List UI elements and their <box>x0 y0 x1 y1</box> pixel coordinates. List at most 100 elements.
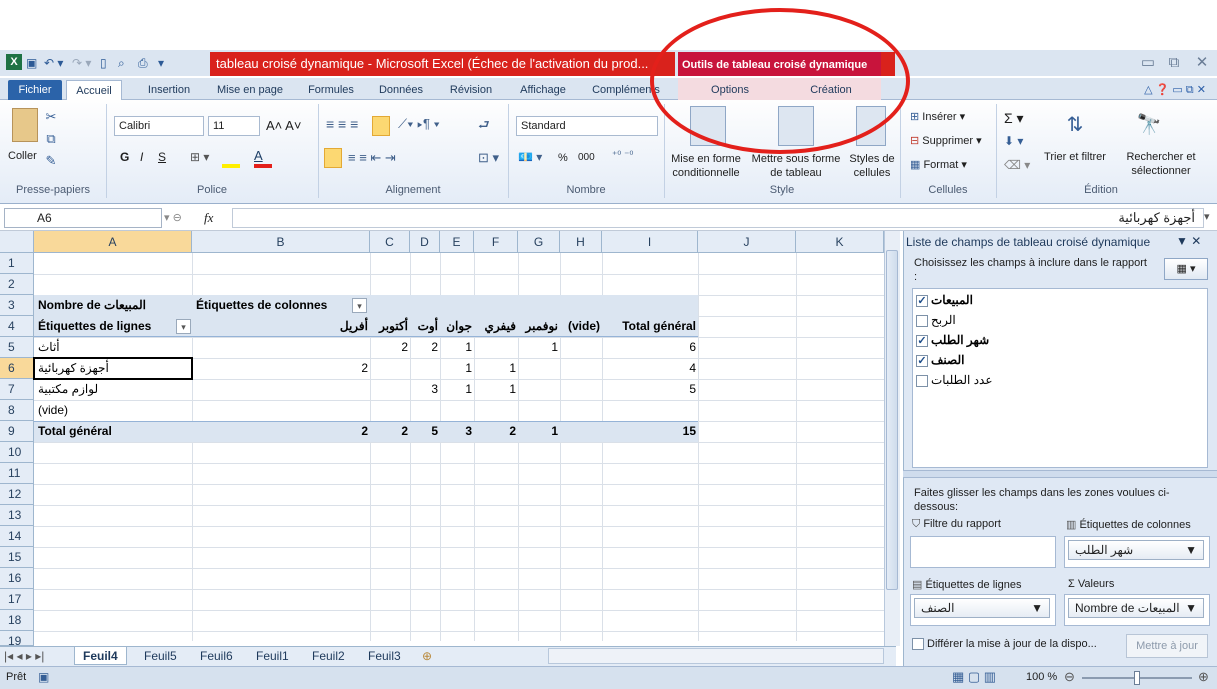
new-icon[interactable]: ▯ <box>100 55 107 71</box>
delete-cells-button[interactable]: ⊟ Supprimer ▾ <box>910 134 982 147</box>
pivot-cell[interactable]: 4 <box>602 358 696 379</box>
fill-color-icon[interactable] <box>222 164 240 168</box>
row-header[interactable]: 19 <box>0 631 34 648</box>
pivot-cell[interactable]: 2 <box>370 337 408 358</box>
align-left-active-icon[interactable] <box>324 148 342 168</box>
row-header[interactable]: 12 <box>0 484 34 505</box>
update-button[interactable]: Mettre à jour <box>1126 634 1208 658</box>
zoom-slider-thumb[interactable] <box>1134 671 1140 685</box>
pivot-cell[interactable]: 3 <box>410 379 438 400</box>
pivot-col-header[interactable]: أوت <box>410 316 438 337</box>
column-header-e[interactable]: E <box>440 231 474 253</box>
save-icon[interactable]: ▣ <box>26 55 37 71</box>
number-format-combo[interactable]: Standard <box>516 116 658 136</box>
zoom-level[interactable]: 100 % <box>1026 671 1057 683</box>
pivot-col-header[interactable]: نوفمبر <box>518 316 558 337</box>
sheet-tab-feuil3[interactable]: Feuil3 <box>360 647 409 665</box>
pivot-cell[interactable]: 1 <box>474 379 516 400</box>
thousands-button[interactable]: 000 <box>578 152 595 163</box>
align-middle-active-icon[interactable] <box>372 116 390 136</box>
cell-styles-button[interactable]: Styles de cellules <box>846 152 898 180</box>
decimal-icon[interactable]: ⁺⁰ ⁻⁰ <box>612 150 633 161</box>
pivot-total-cell[interactable] <box>560 421 600 442</box>
pivot-col-header[interactable]: جوان <box>440 316 472 337</box>
print-preview-icon[interactable]: ⌕ <box>118 55 125 71</box>
pivot-cell[interactable]: 1 <box>474 358 516 379</box>
row-header[interactable]: 10 <box>0 442 34 463</box>
row-header[interactable]: 14 <box>0 526 34 547</box>
find-select-icon[interactable]: 🔭 <box>1134 110 1164 140</box>
filter-zone[interactable] <box>910 536 1056 568</box>
row-header[interactable]: 13 <box>0 505 34 526</box>
fill-icon[interactable]: ⬇ ▾ <box>1004 134 1023 148</box>
align-top-icon[interactable]: ≡ ≡ ≡ <box>326 116 358 132</box>
minimize-button[interactable]: ▭ <box>1136 53 1160 73</box>
field-item[interactable]: ✓ المبيعات <box>916 290 973 310</box>
autosum-button[interactable]: Σ ▾ <box>1004 110 1024 127</box>
sheet-tab-feuil4[interactable]: Feuil4 <box>74 647 127 665</box>
macro-record-icon[interactable]: ▣ <box>38 670 49 684</box>
pane-splitter[interactable] <box>903 470 1217 478</box>
pivot-total-cell[interactable]: 2 <box>474 421 516 442</box>
help-icon[interactable]: △ ❓ ▭ ⧉ ✕ <box>1140 80 1210 100</box>
pivot-total-cell[interactable]: 3 <box>440 421 472 442</box>
column-header-c[interactable]: C <box>370 231 410 253</box>
pivot-total-cell[interactable]: 1 <box>518 421 558 442</box>
clear-icon[interactable]: ⌫ ▾ <box>1004 158 1030 172</box>
column-header-h[interactable]: H <box>560 231 602 253</box>
pivot-cell[interactable] <box>560 337 600 358</box>
pivot-cell[interactable]: 1 <box>440 358 472 379</box>
italic-button[interactable]: I <box>140 150 143 164</box>
paste-icon[interactable] <box>12 108 38 142</box>
row-header[interactable]: 2 <box>0 274 34 295</box>
expand-formula-icon[interactable]: ▾ <box>1204 210 1210 223</box>
orientation-icon[interactable]: ⟋▾ ▸¶ ▾ <box>398 116 440 132</box>
find-select-button[interactable]: Rechercher et sélectionner <box>1118 150 1204 178</box>
pivot-col-header[interactable]: أفريل <box>336 316 368 337</box>
pivot-cell[interactable] <box>370 358 408 379</box>
columns-zone-field[interactable]: شهر الطلب ▼ <box>1068 540 1204 560</box>
undo-icon[interactable]: ↶ ▾ <box>44 55 63 71</box>
sheet-tab-feuil1[interactable]: Feuil1 <box>248 647 297 665</box>
row-header[interactable]: 8 <box>0 400 34 421</box>
rows-zone-field[interactable]: الصنف ▼ <box>914 598 1050 618</box>
customize-quick-access-icon[interactable]: ▾ <box>158 55 164 71</box>
pivot-value-field-label[interactable]: Nombre de المبيعات <box>38 295 146 316</box>
pivot-row-label[interactable]: أثاث <box>38 337 60 358</box>
tab-formules[interactable]: Formules <box>300 80 362 100</box>
sheet-tab-feuil6[interactable]: Feuil6 <box>192 647 241 665</box>
column-header-a[interactable]: A <box>34 231 192 253</box>
merge-icon[interactable]: ⊡ ▾ <box>478 150 499 166</box>
pivot-cell[interactable] <box>560 358 600 379</box>
insert-sheet-icon[interactable]: ⊕ <box>414 647 440 665</box>
row-header[interactable]: 6 <box>0 358 34 379</box>
font-size-combo[interactable]: 11 <box>208 116 260 136</box>
wrap-text-icon[interactable]: ⮐ <box>478 116 490 138</box>
pivot-col-header[interactable]: (vide) <box>560 316 600 337</box>
pivot-total-cell[interactable]: 5 <box>410 421 438 442</box>
pivot-cell[interactable]: 5 <box>602 379 696 400</box>
name-box-dropdown-icon[interactable]: ▾ ⊖ <box>164 211 182 224</box>
font-color-icon[interactable] <box>254 164 272 168</box>
pivot-cell[interactable]: 2 <box>410 337 438 358</box>
column-header-f[interactable]: F <box>474 231 518 253</box>
vertical-scroll-thumb[interactable] <box>886 250 898 590</box>
format-as-table-button[interactable]: Mettre sous forme de tableau <box>748 152 844 180</box>
pivot-total-cell[interactable]: 2 <box>192 421 368 442</box>
pivot-col-header[interactable]: Total général <box>602 316 696 337</box>
pivot-cell[interactable] <box>518 379 558 400</box>
grow-font-icon[interactable]: A˄ A˅ <box>266 118 301 133</box>
close-button[interactable]: ✕ <box>1190 53 1214 73</box>
format-cells-button[interactable]: ▦ Format ▾ <box>910 158 967 171</box>
row-header[interactable]: 5 <box>0 337 34 358</box>
row-header[interactable]: 16 <box>0 568 34 589</box>
pivot-col-header[interactable]: أكتوبر <box>370 316 408 337</box>
pivot-cell[interactable]: 1 <box>518 337 558 358</box>
sheet-tab-feuil5[interactable]: Feuil5 <box>136 647 185 665</box>
pivot-total-cell[interactable]: 15 <box>602 421 696 442</box>
borders-icon[interactable]: ⊞ ▾ <box>190 150 209 164</box>
pivot-grand-total-label[interactable]: Total général <box>38 421 112 442</box>
view-normal-icon[interactable]: ▦ ▢ ▥ <box>952 669 996 685</box>
conditional-format-button[interactable]: Mise en forme conditionnelle <box>666 152 746 180</box>
redo-icon[interactable]: ↷ ▾ <box>72 55 91 71</box>
